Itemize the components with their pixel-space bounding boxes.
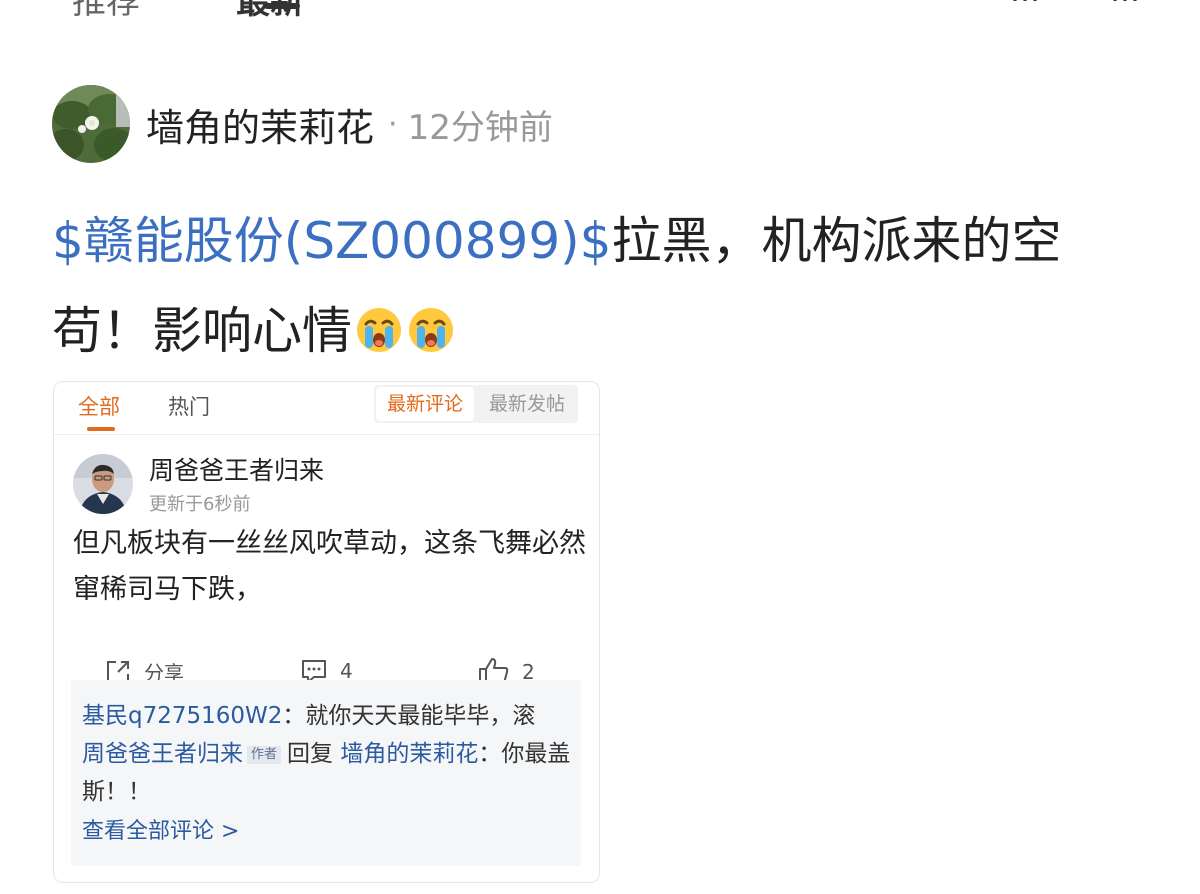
post-time: 12分钟前 bbox=[407, 107, 553, 148]
sort-newest-post[interactable]: 最新发帖 bbox=[478, 385, 576, 423]
author-badge: 作者 bbox=[247, 746, 282, 764]
comment-updated-time: 更新于6秒前 bbox=[149, 494, 251, 515]
commenter-name[interactable]: 周爸爸王者归来 bbox=[149, 451, 324, 487]
menu-icon[interactable]: … bbox=[1110, 0, 1140, 9]
reply-user[interactable]: 周爸爸王者归来 bbox=[82, 741, 243, 767]
tab-all[interactable]: 全部 bbox=[78, 391, 120, 421]
reply-item[interactable]: 基民q7275160W2：就你天天最能毕毕，滚 bbox=[82, 697, 572, 735]
reply-target-user[interactable]: 墙角的茉莉花 bbox=[340, 741, 478, 767]
top-tab-bar: 推荐 最新 … … bbox=[0, 0, 1200, 22]
replies-box: 基民q7275160W2：就你天天最能毕毕，滚 周爸爸王者归来 作者 回复 墙角的茉… bbox=[71, 680, 581, 866]
comments-card: 全部 热门 最新评论 最新发帖 周爸爸王者归来 更新于6秒前 但凡板块有一丝丝风… bbox=[53, 381, 600, 883]
commenter-avatar[interactable] bbox=[73, 454, 133, 514]
view-all-comments-link[interactable]: 查看全部评论 > bbox=[82, 813, 239, 845]
reply-colon: ： bbox=[478, 741, 502, 767]
sort-newest-comment[interactable]: 最新评论 bbox=[376, 387, 474, 421]
comment-text: 但凡板块有一丝丝风吹草动，这条飞舞必然窜稀司马下跌， bbox=[73, 528, 586, 605]
crying-face-icon bbox=[354, 292, 404, 352]
reply-user[interactable]: 基民q7275160W2 bbox=[82, 703, 282, 729]
author-name[interactable]: 墙角的茉莉花 bbox=[146, 97, 374, 152]
reply-colon: ： bbox=[282, 703, 306, 729]
post-content: $赣能股份(SZ000899)$拉黑，机构派来的空苟！影响心情 bbox=[52, 196, 1152, 376]
reply-word: 回复 bbox=[287, 741, 334, 767]
post-header: 墙角的茉莉花 · 12分钟前 bbox=[52, 85, 553, 163]
stock-link[interactable]: $赣能股份(SZ000899)$ bbox=[52, 212, 612, 270]
sort-toggle: 最新评论 最新发帖 bbox=[374, 385, 578, 423]
crying-face-icon bbox=[406, 292, 456, 352]
tab-hot[interactable]: 热门 bbox=[168, 391, 210, 421]
comment-tab-bar: 全部 热门 最新评论 最新发帖 bbox=[54, 382, 599, 435]
active-tab-indicator bbox=[264, 3, 300, 9]
tab-recommend[interactable]: 推荐 bbox=[72, 0, 140, 23]
reply-item[interactable]: 周爸爸王者归来 作者 回复 墙角的茉莉花：你最盖斯！！ bbox=[82, 735, 572, 811]
separator-dot: · bbox=[388, 106, 398, 142]
reply-text: 就你天天最能毕毕，滚 bbox=[305, 703, 536, 729]
more-icon[interactable]: … bbox=[1010, 0, 1040, 9]
active-tab-indicator bbox=[87, 427, 115, 431]
author-avatar[interactable] bbox=[52, 85, 130, 163]
